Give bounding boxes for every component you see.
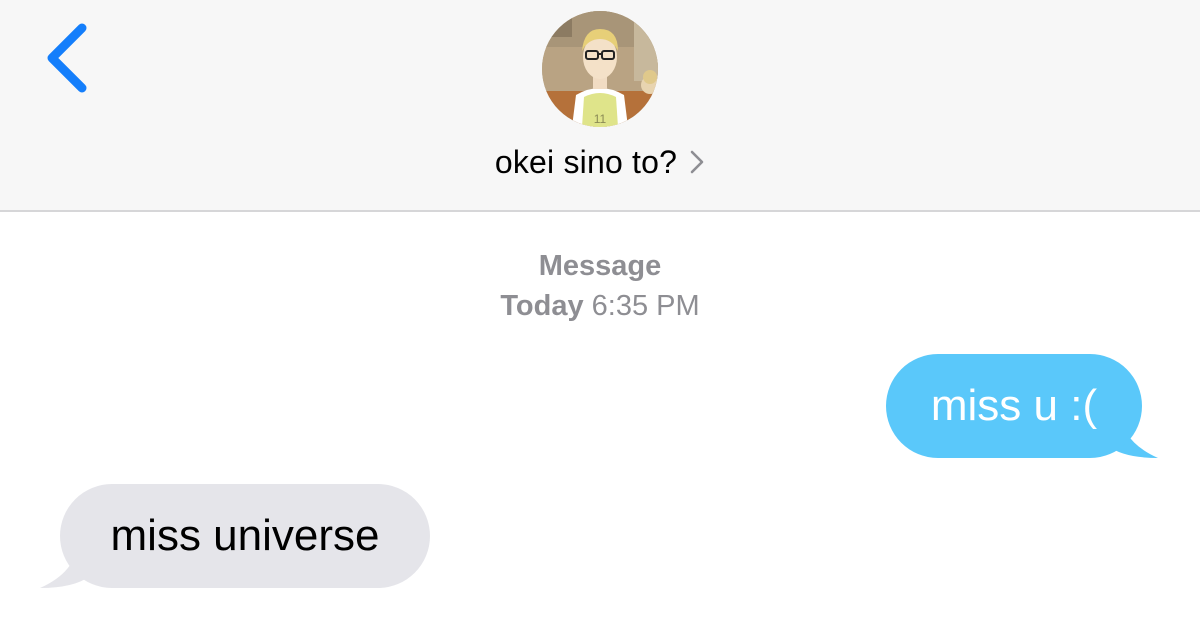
contact-name: okei sino to? xyxy=(494,143,678,180)
incoming-message-bubble[interactable]: miss universe xyxy=(60,484,430,588)
conversation-header: 11 okei sino to? xyxy=(0,0,1200,212)
outgoing-message-bubble[interactable]: miss u :( xyxy=(886,354,1142,458)
chevron-right-icon xyxy=(690,150,704,174)
message-service-label: Message xyxy=(538,250,662,282)
message-day: Today xyxy=(500,290,584,322)
message-time: 6:35 PM xyxy=(591,290,700,322)
svg-text:11: 11 xyxy=(594,112,607,126)
back-button[interactable] xyxy=(30,20,100,100)
chevron-left-icon xyxy=(47,23,87,93)
contact-details-button[interactable]: okei sino to? xyxy=(0,138,1200,186)
outgoing-message-text: miss u :( xyxy=(930,381,1098,430)
avatar-image: 11 xyxy=(542,11,658,127)
contact-avatar[interactable]: 11 xyxy=(542,11,658,127)
incoming-message-text: miss universe xyxy=(110,511,380,560)
message-datetime: Today 6:35 PM xyxy=(0,286,1200,326)
thread-timestamp: Message Today 6:35 PM xyxy=(0,246,1200,326)
